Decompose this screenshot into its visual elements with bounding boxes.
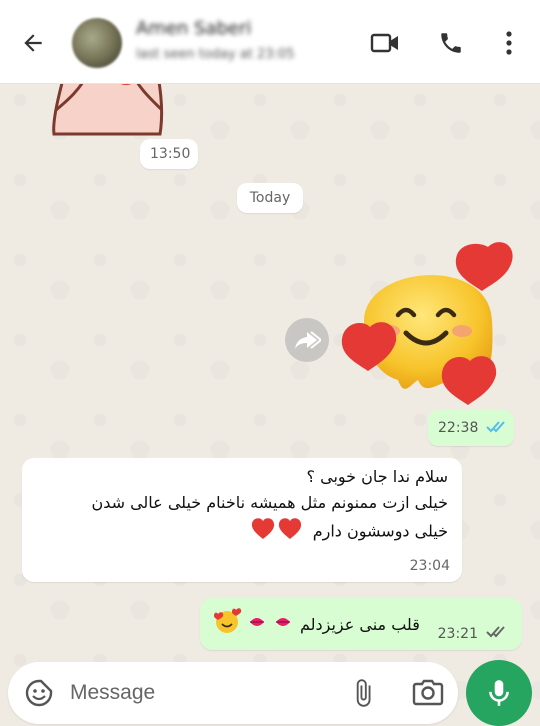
delivered-ticks-icon (486, 624, 508, 643)
incoming-line-3: خیلی دوسشون دارم (312, 521, 448, 541)
emoji-group-icon (214, 608, 300, 640)
message-input[interactable] (70, 676, 330, 710)
date-marker: Today (237, 183, 303, 213)
incoming-time: 23:04 (409, 558, 450, 574)
chat-header: Amen Saberi last seen today at 23:05 (0, 0, 540, 84)
incoming-line-3-wrap: خیلی دوسشون دارم (91, 516, 448, 548)
red-hearts-icon (250, 516, 304, 548)
forward-icon[interactable] (285, 318, 329, 362)
incoming-line-1: سلام ندا جان خوبی ؟ (306, 467, 448, 486)
message-composer (8, 662, 458, 724)
outgoing-text: قلب منی عزیزدلم (300, 614, 420, 634)
back-arrow-icon[interactable] (18, 28, 48, 58)
incoming-line-2: خیلی ازت ممنونم مثل همیشه ناخنام خیلی عا… (91, 493, 448, 512)
microphone-icon[interactable] (466, 660, 532, 726)
avatar[interactable] (72, 18, 122, 68)
emoji-picker-icon[interactable] (24, 678, 54, 708)
video-call-icon[interactable] (370, 28, 400, 58)
outgoing-message[interactable]: قلب منی عزیزدلم 23:21 (200, 598, 522, 650)
read-ticks-icon (486, 419, 508, 438)
incoming-message[interactable]: سلام ندا جان خوبی ؟ خیلی ازت ممنونم مثل … (22, 458, 462, 582)
sticker-time-bubble: 22:38 (428, 410, 514, 446)
phone-icon[interactable] (436, 28, 466, 58)
smiling-hearts-sticker[interactable] (340, 235, 518, 413)
more-options-icon[interactable] (494, 28, 524, 58)
outgoing-time: 23:21 (437, 625, 478, 642)
paperclip-icon[interactable] (348, 678, 378, 708)
last-seen-status: last seen today at 23:05 (136, 47, 295, 62)
time-marker: 13:50 (140, 139, 198, 169)
sticker-time: 22:38 (438, 420, 479, 436)
contact-name: Amen Saberi (136, 18, 252, 39)
camera-icon[interactable] (412, 678, 444, 708)
contact-info[interactable]: Amen Saberi last seen today at 23:05 (136, 18, 294, 62)
